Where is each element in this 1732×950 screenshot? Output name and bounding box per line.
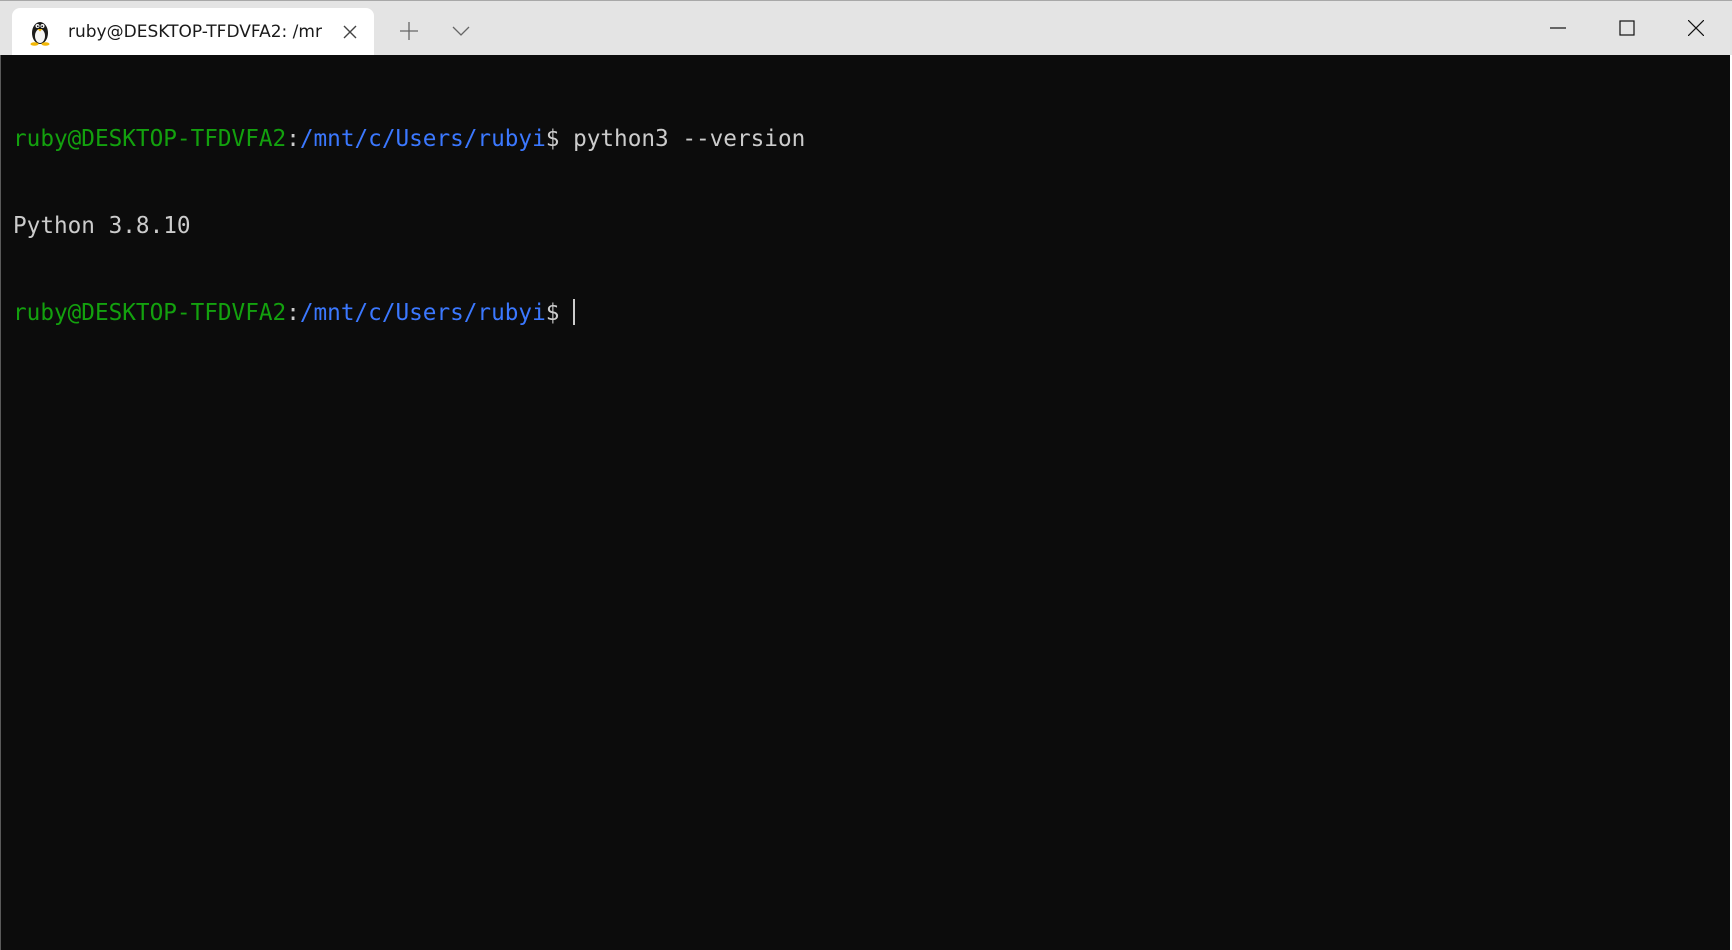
chevron-down-icon: [452, 26, 470, 36]
plus-icon: [400, 22, 418, 40]
tab-dropdown-button[interactable]: [444, 15, 478, 47]
prompt-separator: :: [286, 300, 300, 326]
command-text: python3 --version: [573, 126, 806, 152]
terminal-line: ruby@DESKTOP-TFDVFA2:/mnt/c/Users/rubyi$: [13, 299, 1732, 328]
tab-active[interactable]: ruby@DESKTOP-TFDVFA2: /mr: [12, 8, 374, 56]
prompt-path: /mnt/c/Users/rubyi: [299, 300, 546, 326]
prompt-user-host: ruby@DESKTOP-TFDVFA2: [13, 300, 287, 326]
maximize-button[interactable]: [1593, 1, 1661, 55]
prompt-symbol: $: [545, 300, 574, 326]
command-output: Python 3.8.10: [13, 213, 191, 239]
title-bar[interactable]: ruby@DESKTOP-TFDVFA2: /mr: [0, 0, 1732, 56]
minimize-button[interactable]: [1524, 1, 1592, 55]
close-icon: [343, 25, 357, 39]
terminal-content[interactable]: ruby@DESKTOP-TFDVFA2:/mnt/c/Users/rubyi$…: [0, 55, 1732, 950]
terminal-window: ruby@DESKTOP-TFDVFA2: /mr ruby@DESKTOP-T…: [0, 0, 1732, 950]
terminal-line: ruby@DESKTOP-TFDVFA2:/mnt/c/Users/rubyi$…: [13, 125, 1732, 154]
prompt-separator: :: [286, 126, 300, 152]
linux-tux-icon: [28, 18, 52, 46]
close-tab-button[interactable]: [340, 22, 360, 42]
prompt-user-host: ruby@DESKTOP-TFDVFA2: [13, 126, 287, 152]
prompt-path: /mnt/c/Users/rubyi: [299, 126, 546, 152]
new-tab-button[interactable]: [392, 15, 426, 47]
prompt-symbol: $: [545, 126, 574, 152]
tab-title: ruby@DESKTOP-TFDVFA2: /mr: [68, 22, 322, 42]
close-icon: [1688, 20, 1704, 36]
terminal-line: Python 3.8.10: [13, 212, 1732, 241]
maximize-icon: [1619, 20, 1635, 36]
close-window-button[interactable]: [1662, 1, 1730, 55]
minimize-icon: [1550, 27, 1566, 29]
text-cursor: [573, 299, 576, 325]
